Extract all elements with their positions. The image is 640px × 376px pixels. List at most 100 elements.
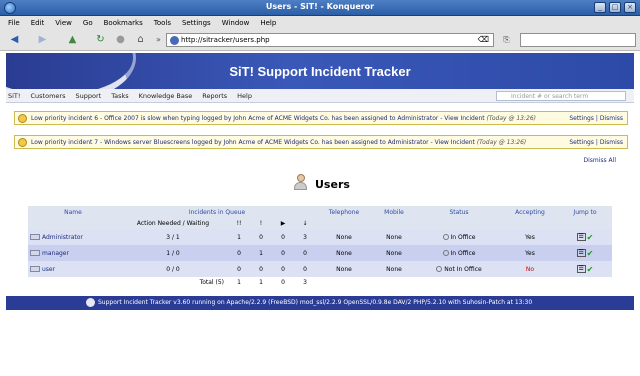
favicon-icon: [170, 36, 179, 45]
user-link[interactable]: Administrator: [42, 234, 83, 241]
status-icon: [442, 234, 449, 240]
total-high: 1: [250, 277, 272, 288]
user-link[interactable]: manager: [42, 250, 69, 257]
col-accepting[interactable]: Accepting: [502, 206, 558, 218]
browser-toolbar: ◀ ▶ ▲ ↻ ● ⌂ » http://sitracker/users.php…: [0, 29, 640, 51]
users-table: Name Incidents in Queue Telephone Mobile…: [28, 206, 612, 288]
card-icon[interactable]: ☰: [576, 233, 586, 241]
table-subheader-row: Action Needed / Waiting !! ! ▶ ↓: [28, 218, 612, 229]
nav-support[interactable]: Support: [75, 92, 101, 100]
col-telephone[interactable]: Telephone: [316, 206, 372, 218]
notice-dismiss-link[interactable]: Dismiss: [600, 139, 623, 146]
nav-tasks[interactable]: Tasks: [111, 92, 128, 100]
home-icon[interactable]: ⌂: [134, 33, 147, 46]
nav-reports[interactable]: Reports: [202, 92, 227, 100]
queue-link[interactable]: 0 / 0: [118, 261, 228, 277]
page-title: Users: [315, 178, 350, 191]
reload-icon[interactable]: ↻: [94, 33, 107, 46]
bookmark-icon[interactable]: ⎘: [500, 33, 513, 46]
menu-window[interactable]: Window: [222, 19, 250, 27]
priority-critical-icon: !!: [228, 218, 250, 229]
dismiss-all-link[interactable]: Dismiss All: [583, 157, 616, 164]
minimize-button[interactable]: _: [594, 2, 606, 13]
stop-icon[interactable]: ●: [114, 33, 127, 46]
telephone: None: [316, 245, 372, 261]
status-icon: [442, 250, 449, 256]
notice-time: (Today @ 13:26): [486, 115, 536, 122]
notice-icon: [18, 138, 27, 147]
col-status[interactable]: Status: [416, 206, 502, 218]
page-footer: Support Incident Tracker v3.60 running o…: [6, 296, 634, 310]
separator: |: [595, 115, 598, 122]
nav-sit[interactable]: SiT!: [8, 92, 21, 100]
notice-text[interactable]: Low priority incident 6 - Office 2007 is…: [31, 115, 485, 122]
maximize-button[interactable]: □: [609, 2, 621, 13]
status-text: In Office: [450, 249, 476, 257]
site-banner: SiT! Support Incident Tracker: [6, 53, 634, 89]
clear-location-icon[interactable]: ⌫: [478, 35, 489, 44]
menu-edit[interactable]: Edit: [31, 19, 45, 27]
card-icon[interactable]: ☰: [576, 265, 586, 273]
up-icon[interactable]: ▲: [66, 33, 79, 46]
nav-knowledge-base[interactable]: Knowledge Base: [139, 92, 193, 100]
notice-text[interactable]: Low priority incident 7 - Windows server…: [31, 139, 475, 146]
back-icon[interactable]: ◀: [8, 33, 21, 46]
notice-incident-7: Low priority incident 7 - Windows server…: [14, 135, 628, 149]
table-row: user 0 / 0 0 0 0 0 None None Not In Offi…: [28, 261, 612, 277]
forward-icon[interactable]: ▶: [36, 33, 49, 46]
user-card-icon: [30, 266, 40, 272]
col-action-needed: Action Needed / Waiting: [118, 218, 228, 229]
menu-go[interactable]: Go: [83, 19, 93, 27]
count-high: 0: [250, 261, 272, 277]
notice-dismiss-link[interactable]: Dismiss: [600, 115, 623, 122]
window-titlebar[interactable]: Users - SiT! - Konqueror _ □ ×: [0, 0, 640, 16]
menu-bookmarks[interactable]: Bookmarks: [104, 19, 143, 27]
check-icon[interactable]: ✔: [587, 265, 594, 274]
page-viewport: SiT! Support Incident Tracker SiT! Custo…: [0, 51, 640, 376]
nav-help[interactable]: Help: [237, 92, 252, 100]
total-low: 3: [294, 277, 316, 288]
web-search-input[interactable]: [520, 33, 636, 47]
col-incidents: Incidents in Queue: [118, 206, 316, 218]
status-text: In Office: [450, 233, 476, 241]
count-low: 0: [294, 245, 316, 261]
user-card-icon: [30, 250, 40, 256]
notice-time: (Today @ 13:26): [476, 139, 527, 146]
close-button[interactable]: ×: [624, 2, 636, 13]
menu-help[interactable]: Help: [260, 19, 276, 27]
check-icon[interactable]: ✔: [587, 233, 594, 242]
telephone: None: [316, 229, 372, 245]
queue-link[interactable]: 3 / 1: [118, 229, 228, 245]
table-header-row: Name Incidents in Queue Telephone Mobile…: [28, 206, 612, 218]
site-title: SiT! Support Incident Tracker: [229, 64, 411, 79]
notice-settings-link[interactable]: Settings: [569, 115, 594, 122]
count-high: 0: [250, 229, 272, 245]
menu-view[interactable]: View: [55, 19, 72, 27]
menu-settings[interactable]: Settings: [182, 19, 211, 27]
col-name[interactable]: Name: [28, 206, 118, 218]
location-input[interactable]: http://sitracker/users.php ⌫: [166, 33, 494, 47]
incident-search-input[interactable]: Incident # or search term: [496, 91, 626, 101]
status-text: Not In Office: [444, 265, 482, 273]
notice-settings-link[interactable]: Settings: [569, 139, 594, 146]
footer-text: Support Incident Tracker v3.60 running o…: [98, 299, 533, 306]
menu-file[interactable]: File: [8, 19, 20, 27]
count-low: 0: [294, 261, 316, 277]
table-row: Administrator 3 / 1 1 0 0 3 None None In…: [28, 229, 612, 245]
nav-customers[interactable]: Customers: [31, 92, 66, 100]
menu-tools[interactable]: Tools: [154, 19, 171, 27]
priority-medium-icon: ▶: [272, 218, 294, 229]
total-medium: 0: [272, 277, 294, 288]
queue-link[interactable]: 1 / 0: [118, 245, 228, 261]
user-icon: [294, 174, 307, 190]
count-critical: 0: [228, 261, 250, 277]
total-critical: 1: [228, 277, 250, 288]
card-icon[interactable]: ☰: [576, 249, 586, 257]
check-icon[interactable]: ✔: [587, 249, 594, 258]
user-card-icon: [30, 234, 40, 240]
menubar: File Edit View Go Bookmarks Tools Settin…: [0, 16, 640, 29]
user-link[interactable]: user: [42, 266, 55, 273]
main-nav: SiT! Customers Support Tasks Knowledge B…: [6, 89, 634, 103]
count-medium: 0: [272, 229, 294, 245]
col-mobile[interactable]: Mobile: [372, 206, 416, 218]
